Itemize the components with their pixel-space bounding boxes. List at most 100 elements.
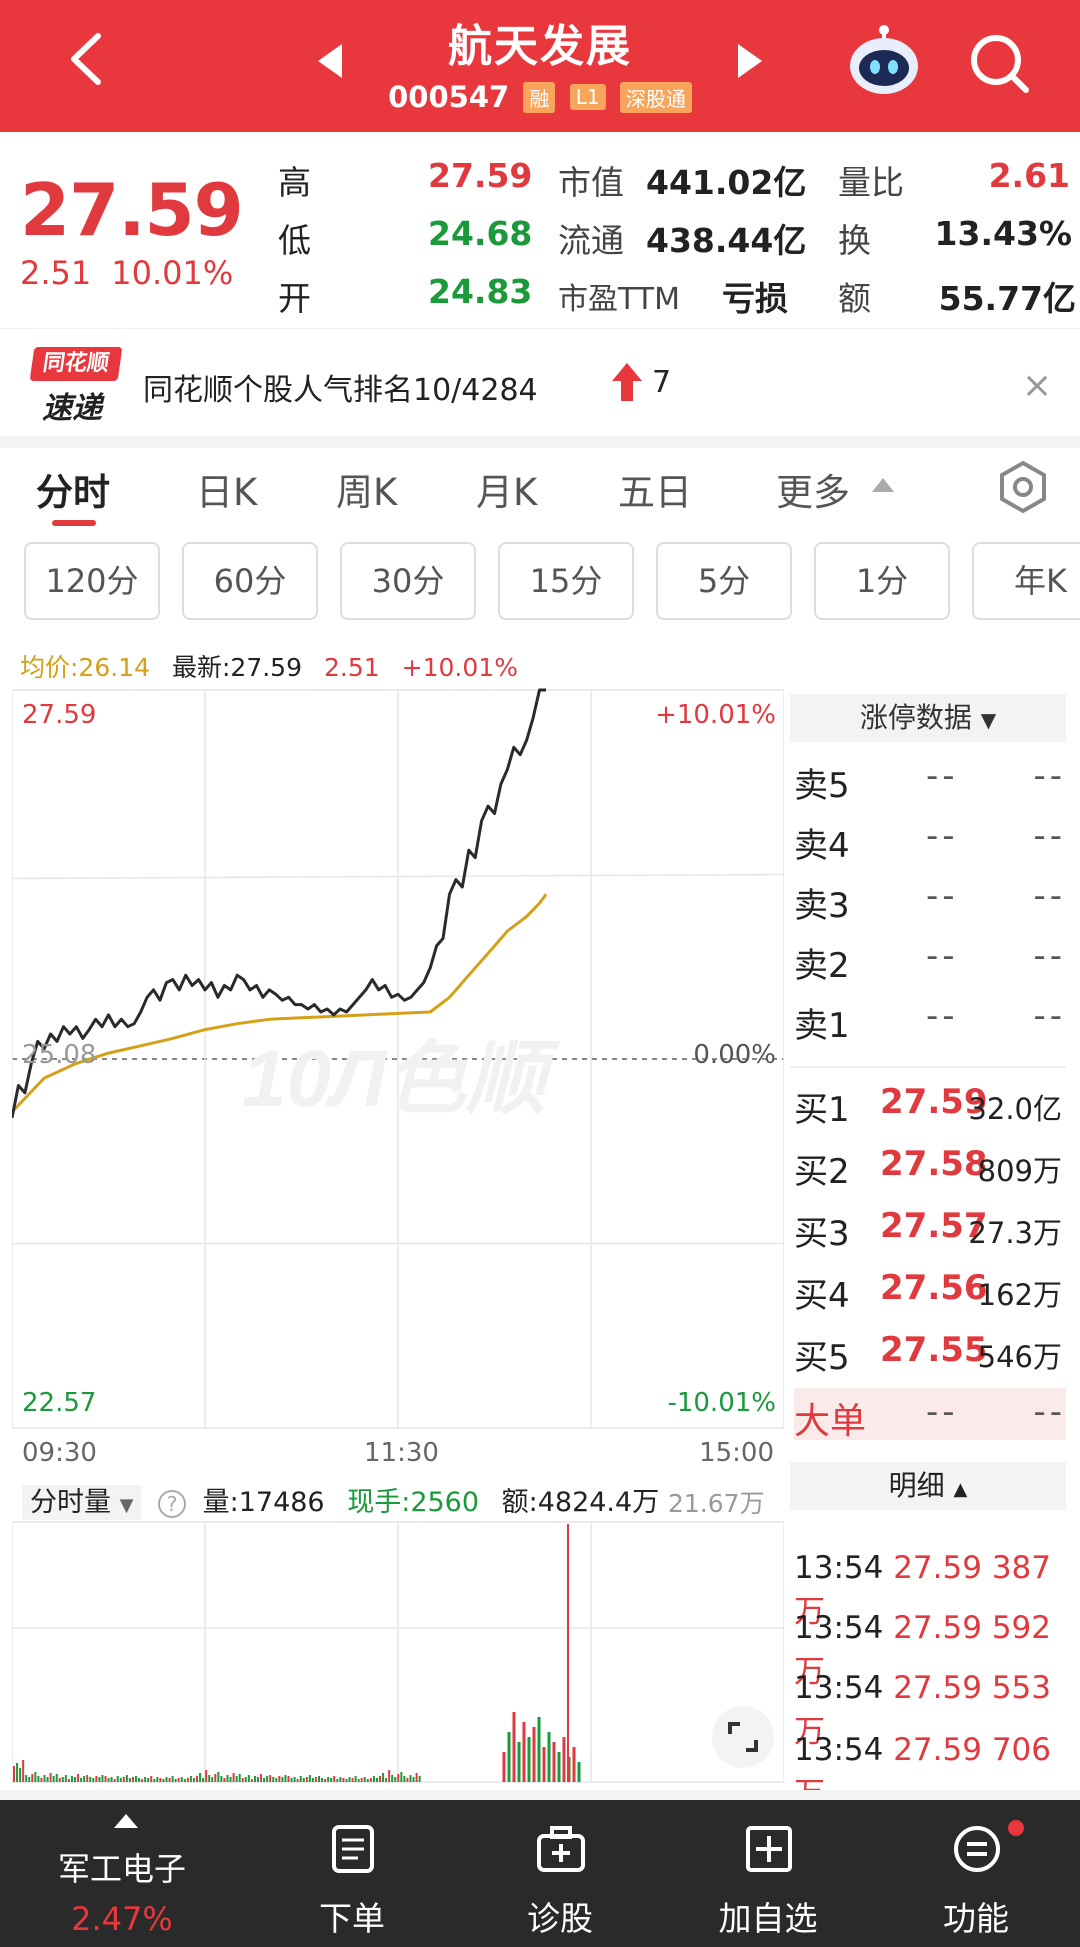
period-15min[interactable]: 15分: [498, 542, 634, 620]
volume-hand: 现手:2560: [347, 1487, 480, 1518]
order-button[interactable]: 下单: [244, 1800, 460, 1947]
intraday-chart[interactable]: 10Л色顺 27.59 25.08 22.57 +10.01% 0.00% -1…: [10, 686, 785, 1468]
diagnose-button[interactable]: 诊股: [452, 1800, 668, 1947]
buy-price: 27.58: [880, 1144, 988, 1184]
divider: [0, 436, 1080, 448]
buy-price: 27.55: [880, 1330, 988, 1370]
settings-hexagon-icon[interactable]: [996, 460, 1050, 514]
sector-percent: 2.47%: [71, 1900, 173, 1938]
buy2-row: 买2 27.58 809万: [794, 1136, 1066, 1194]
sell-price: --: [926, 816, 959, 856]
sell-vol: --: [1033, 816, 1066, 856]
sell-label: 卖3: [794, 886, 850, 926]
high-label: 高: [278, 163, 311, 202]
period-5min[interactable]: 5分: [656, 542, 792, 620]
tab-five-day[interactable]: 五日: [618, 462, 692, 516]
assistant-robot-icon[interactable]: [846, 22, 922, 98]
pct-bottom-label: -10.01%: [667, 1388, 776, 1418]
functions-button[interactable]: 功能: [868, 1800, 1080, 1947]
tab-intraday[interactable]: 分时: [36, 462, 110, 516]
period-30min[interactable]: 30分: [340, 542, 476, 620]
period-120min[interactable]: 120分: [24, 542, 160, 620]
volume-chart: [11, 1518, 785, 1784]
detail-header[interactable]: 明细 ▲: [790, 1462, 1066, 1510]
popularity-rank-bar[interactable]: 同花顺 速递 同花顺个股人气排名10/4284 7 ×: [0, 328, 1080, 436]
buy-vol: 546万: [977, 1340, 1062, 1374]
buy3-row: 买3 27.57 27.3万: [794, 1198, 1066, 1256]
ths-express-logo: 同花顺 速递: [29, 347, 123, 426]
intraday-chart-svg: 10Л色顺: [10, 688, 785, 1429]
big-order-price: --: [926, 1392, 959, 1432]
low-label: 低: [278, 221, 311, 260]
order-label: 下单: [319, 1899, 385, 1938]
sell-label: 卖2: [794, 946, 850, 986]
volume-value: 额:4824.4万: [501, 1487, 660, 1518]
sell1-row: 卖1 -- --: [794, 990, 1066, 1048]
next-stock-button[interactable]: [738, 44, 762, 78]
big-order-row[interactable]: 大单 -- --: [794, 1388, 1066, 1442]
amount-label: 额: [838, 279, 871, 318]
buy4-row: 买4 27.56 162万: [794, 1260, 1066, 1318]
price-change: 2.51 10.01%: [20, 254, 253, 292]
watermark-logo: 10Л色顺: [242, 1034, 560, 1123]
volume-type-label: 分时量: [30, 1487, 111, 1518]
expand-button[interactable]: [712, 1706, 774, 1768]
volume-ratio-value: 2.61: [988, 156, 1070, 195]
trade-price: 27.59: [893, 1550, 982, 1586]
buy-vol: 162万: [977, 1278, 1062, 1312]
add-watchlist-button[interactable]: 加自选: [660, 1800, 876, 1947]
low-value: 24.68: [428, 214, 533, 253]
rank-change: 7: [652, 365, 672, 400]
trade-price: 27.59: [893, 1610, 982, 1646]
trade-time: 13:54: [794, 1610, 884, 1646]
book-divider: [790, 1066, 1066, 1068]
volume-ratio-label: 量比: [838, 163, 904, 202]
search-icon: [971, 35, 1029, 93]
mcap-value: 441.02亿: [646, 163, 807, 202]
sell-vol: --: [1033, 756, 1066, 796]
period-yearly-k[interactable]: 年K: [972, 542, 1080, 620]
trade-time: 13:54: [794, 1732, 884, 1768]
limit-up-data-dropdown[interactable]: 涨停数据 ▼: [790, 694, 1066, 742]
buy-vol: 27.3万: [968, 1216, 1062, 1250]
search-button[interactable]: [964, 28, 1034, 98]
volume-amount: 量:17486: [202, 1487, 325, 1518]
close-icon[interactable]: ×: [1022, 365, 1052, 406]
quote-panel: 27.59 2.51 10.01% 高 27.59 低 24.68 开 24.83…: [0, 132, 1080, 328]
amount-value: 55.77亿: [938, 279, 1076, 318]
period-60min[interactable]: 60分: [182, 542, 318, 620]
buy5-row: 买5 27.55 546万: [794, 1322, 1066, 1380]
tab-daily-k[interactable]: 日K: [196, 462, 257, 516]
open-label: 开: [278, 279, 311, 318]
stock-code: 000547: [388, 80, 510, 114]
caret-up-icon: [872, 478, 894, 492]
sector-button[interactable]: 军工电子 2.47%: [14, 1800, 230, 1947]
trade-price: 27.59: [893, 1732, 982, 1768]
sell4-row: 卖4 -- --: [794, 810, 1066, 868]
buy-price: 27.56: [880, 1268, 988, 1308]
tab-monthly-k[interactable]: 月K: [476, 462, 537, 516]
tab-more[interactable]: 更多: [776, 462, 850, 516]
buy-label: 买5: [794, 1338, 850, 1378]
tab-weekly-k[interactable]: 周K: [336, 462, 397, 516]
big-order-vol: --: [1033, 1392, 1066, 1432]
open-value: 24.83: [428, 272, 533, 311]
period-1min[interactable]: 1分: [814, 542, 950, 620]
logo-top-text: 同花顺: [29, 347, 123, 381]
expand-icon: [728, 1722, 758, 1752]
caret-down-icon: ▼: [980, 708, 997, 732]
top-header: 航天发展 000547 融 L1 深股通: [0, 0, 1080, 132]
buy-label: 买4: [794, 1276, 850, 1316]
volume-type-dropdown[interactable]: 分时量 ▼: [22, 1485, 142, 1520]
sell-price: --: [926, 936, 959, 976]
mcap-label: 市值: [558, 163, 624, 202]
sell-label: 卖1: [794, 1006, 850, 1046]
menu-circle-icon: [954, 1826, 1000, 1872]
sell-vol: --: [1033, 996, 1066, 1036]
medical-kit-icon: [537, 1826, 585, 1872]
help-icon[interactable]: ?: [158, 1490, 187, 1518]
pe-value: 亏损: [722, 279, 788, 318]
caret-up-icon: ▲: [953, 1479, 968, 1500]
high-value: 27.59: [428, 156, 533, 195]
pe-label: 市盈TTM: [558, 282, 681, 317]
